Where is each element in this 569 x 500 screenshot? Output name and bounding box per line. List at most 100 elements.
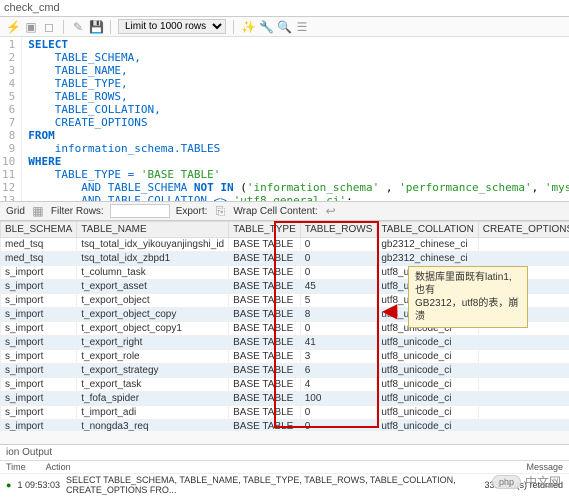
cell[interactable]: BASE TABLE (229, 420, 301, 432)
cell[interactable]: t_fofa_spider (77, 392, 229, 406)
cell[interactable]: gb2312_chinese_ci (377, 238, 478, 252)
cell[interactable]: s_import (1, 280, 77, 294)
cell[interactable]: s_import (1, 336, 77, 350)
cell[interactable] (478, 350, 569, 364)
cell[interactable]: s_import (1, 392, 77, 406)
cell[interactable]: 4 (300, 378, 377, 392)
table-row[interactable]: s_importt_nongda3_reqBASE TABLE0utf8_uni… (1, 420, 569, 432)
cell[interactable] (478, 392, 569, 406)
cell[interactable]: 0 (300, 406, 377, 420)
cell[interactable]: t_export_role (77, 350, 229, 364)
cell[interactable]: 0 (300, 266, 377, 280)
col-rows[interactable]: TABLE_ROWS (300, 222, 377, 238)
stop-icon[interactable]: ◻ (42, 20, 56, 34)
search-icon[interactable]: 🔍 (277, 20, 291, 34)
cell[interactable] (478, 406, 569, 420)
cell[interactable]: med_tsq (1, 238, 77, 252)
col-name[interactable]: TABLE_NAME (77, 222, 229, 238)
beautify-icon[interactable]: ✨ (241, 20, 255, 34)
filter-input[interactable] (110, 204, 170, 218)
tool-icon[interactable]: 🔧 (259, 20, 273, 34)
cell[interactable] (478, 336, 569, 350)
explain-icon[interactable]: ✎ (71, 20, 85, 34)
cell[interactable]: BASE TABLE (229, 252, 301, 266)
cell[interactable]: t_export_object (77, 294, 229, 308)
result-grid[interactable]: BLE_SCHEMA TABLE_NAME TABLE_TYPE TABLE_R… (0, 221, 569, 431)
cell[interactable]: s_import (1, 350, 77, 364)
cell[interactable]: 0 (300, 322, 377, 336)
cell[interactable]: 0 (300, 238, 377, 252)
cell[interactable]: t_export_right (77, 336, 229, 350)
cell[interactable]: BASE TABLE (229, 294, 301, 308)
cell[interactable] (478, 252, 569, 266)
table-row[interactable]: med_tsqtsq_total_idx_zbpd1BASE TABLE0gb2… (1, 252, 569, 266)
flash-icon[interactable]: ⚡ (6, 20, 20, 34)
cell[interactable]: 5 (300, 294, 377, 308)
cell[interactable]: t_export_strategy (77, 364, 229, 378)
cell[interactable]: utf8_unicode_ci (377, 378, 478, 392)
cell[interactable]: 0 (300, 420, 377, 432)
table-row[interactable]: s_importt_import_adiBASE TABLE0utf8_unic… (1, 406, 569, 420)
cell[interactable]: tsq_total_idx_zbpd1 (77, 252, 229, 266)
table-row[interactable]: s_importt_export_rightBASE TABLE41utf8_u… (1, 336, 569, 350)
col-collation[interactable]: TABLE_COLLATION (377, 222, 478, 238)
cell[interactable]: utf8_unicode_ci (377, 350, 478, 364)
cell[interactable]: t_export_task (77, 378, 229, 392)
table-row[interactable]: med_tsqtsq_total_idx_yikouyanjingshi_idB… (1, 238, 569, 252)
cell[interactable]: BASE TABLE (229, 336, 301, 350)
cell[interactable]: t_import_adi (77, 406, 229, 420)
cell[interactable]: s_import (1, 378, 77, 392)
cell[interactable] (478, 420, 569, 432)
cell[interactable]: 41 (300, 336, 377, 350)
run-icon[interactable]: ▣ (24, 20, 38, 34)
table-row[interactable]: s_importt_export_roleBASE TABLE3utf8_uni… (1, 350, 569, 364)
table-row[interactable]: s_importt_export_taskBASE TABLE4utf8_uni… (1, 378, 569, 392)
code-body[interactable]: SELECT TABLE_SCHEMA, TABLE_NAME, TABLE_T… (22, 37, 569, 201)
limit-select[interactable]: Limit to 1000 rows (118, 19, 226, 34)
cell[interactable]: utf8_unicode_ci (377, 420, 478, 432)
cell[interactable] (478, 238, 569, 252)
cell[interactable]: t_export_object_copy1 (77, 322, 229, 336)
col-options[interactable]: CREATE_OPTIONS (478, 222, 569, 238)
cell[interactable]: med_tsq (1, 252, 77, 266)
cell[interactable]: 0 (300, 252, 377, 266)
cell[interactable]: s_import (1, 420, 77, 432)
cell[interactable]: utf8_unicode_ci (377, 336, 478, 350)
output-tab[interactable]: ion Output (0, 445, 569, 461)
cell[interactable]: t_column_task (77, 266, 229, 280)
cell[interactable]: s_import (1, 406, 77, 420)
cell[interactable]: BASE TABLE (229, 406, 301, 420)
cell[interactable]: 3 (300, 350, 377, 364)
cell[interactable]: 45 (300, 280, 377, 294)
cell[interactable] (478, 364, 569, 378)
cell[interactable]: tsq_total_idx_yikouyanjingshi_id (77, 238, 229, 252)
cell[interactable]: BASE TABLE (229, 308, 301, 322)
cell[interactable]: gb2312_chinese_ci (377, 252, 478, 266)
cell[interactable]: t_export_asset (77, 280, 229, 294)
sql-editor[interactable]: 123 456 789 101112 13 SELECT TABLE_SCHEM… (0, 37, 569, 201)
cell[interactable]: 100 (300, 392, 377, 406)
cell[interactable]: utf8_unicode_ci (377, 406, 478, 420)
cell[interactable]: BASE TABLE (229, 364, 301, 378)
cell[interactable]: t_nongda3_req (77, 420, 229, 432)
cell[interactable]: utf8_unicode_ci (377, 392, 478, 406)
col-type[interactable]: TABLE_TYPE (229, 222, 301, 238)
list-icon[interactable]: ☰ (295, 20, 309, 34)
cell[interactable]: t_export_object_copy (77, 308, 229, 322)
cell[interactable]: BASE TABLE (229, 378, 301, 392)
save-icon[interactable]: 💾 (89, 20, 103, 34)
cell[interactable]: BASE TABLE (229, 280, 301, 294)
cell[interactable]: BASE TABLE (229, 392, 301, 406)
wrap-icon[interactable]: ↩ (324, 204, 338, 218)
cell[interactable] (478, 378, 569, 392)
output-row[interactable]: ● 1 09:53:03 SELECT TABLE_SCHEMA, TABLE_… (0, 474, 569, 496)
cell[interactable]: s_import (1, 266, 77, 280)
cell[interactable]: s_import (1, 308, 77, 322)
cell[interactable]: s_import (1, 294, 77, 308)
cell[interactable]: 8 (300, 308, 377, 322)
cell[interactable]: 6 (300, 364, 377, 378)
cell[interactable]: s_import (1, 322, 77, 336)
table-row[interactable]: s_importt_export_strategyBASE TABLE6utf8… (1, 364, 569, 378)
col-schema[interactable]: BLE_SCHEMA (1, 222, 77, 238)
cell[interactable]: BASE TABLE (229, 350, 301, 364)
